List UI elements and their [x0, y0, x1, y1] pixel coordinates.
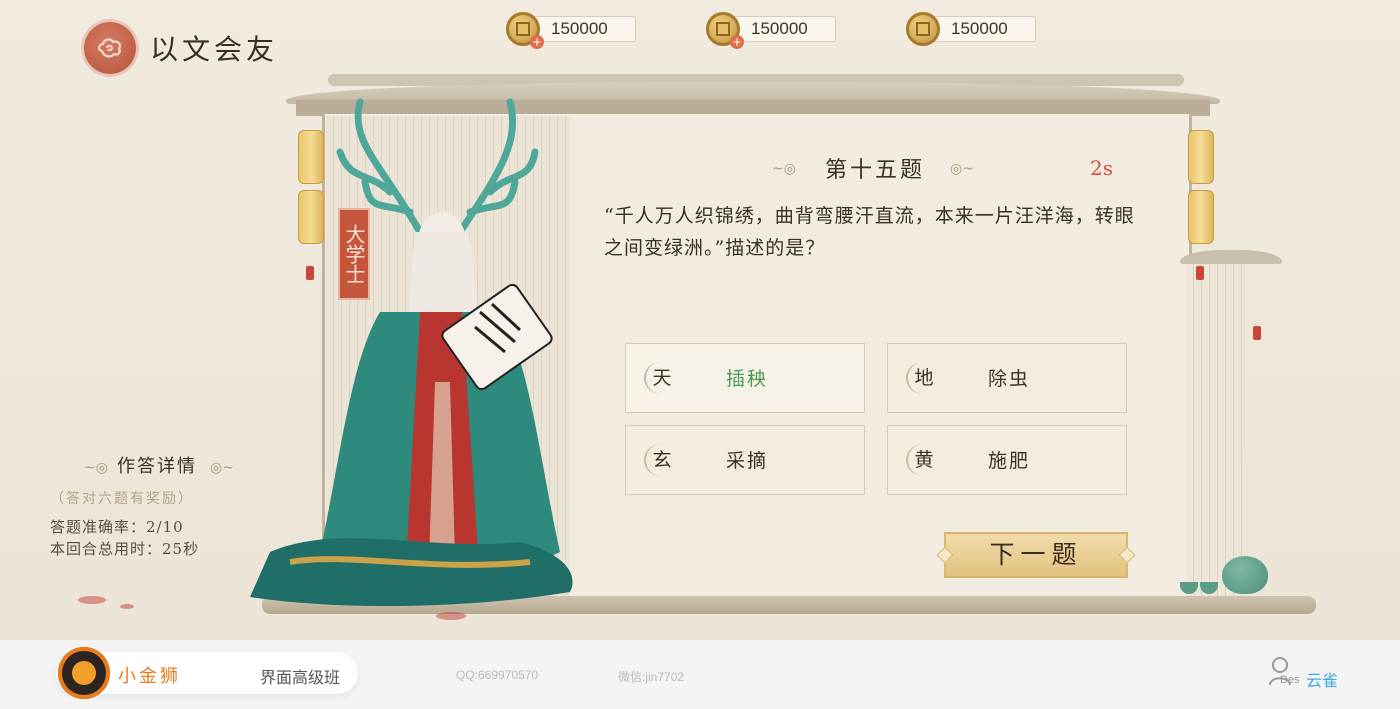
option-text: 施肥 [988, 450, 1031, 472]
option-text: 除虫 [988, 368, 1031, 390]
currency-3: 150000 [906, 12, 1036, 46]
ink-splash [120, 604, 134, 609]
option-huang[interactable]: 黄 施肥 [887, 425, 1127, 495]
next-question-button[interactable]: 下一题 [944, 532, 1128, 578]
currency-amount: 150000 [930, 16, 1036, 42]
accuracy-stat: 答题准确率：2/10 [50, 518, 184, 536]
wechat-contact: 微信:jin7702 [618, 670, 685, 684]
brand-name: 小金狮 [118, 666, 181, 687]
option-mark: 玄 [644, 444, 678, 476]
app-title: 以文会友 [150, 33, 279, 66]
footer-bar [0, 640, 1400, 709]
user-tag: Des [1280, 674, 1300, 686]
option-text: 插秧 [726, 368, 769, 390]
option-mark: 天 [644, 362, 678, 394]
option-xuan[interactable]: 玄 采摘 [625, 425, 865, 495]
plus-icon[interactable]: + [730, 35, 744, 49]
reward-note: （答对六题有奖励） [50, 491, 194, 507]
qq-contact: QQ:669970570 [456, 668, 539, 682]
user-name: 云雀 [1306, 671, 1339, 690]
lantern-icon [1188, 130, 1214, 184]
currency-1[interactable]: + 150000 [506, 12, 636, 49]
ink-splash [436, 612, 466, 620]
currency-2[interactable]: + 150000 [706, 12, 836, 49]
ornament-right-icon: ◎~ [950, 161, 974, 177]
cloud-logo-icon [84, 22, 136, 74]
coin-icon: + [706, 12, 744, 49]
currency-amount: 150000 [730, 16, 836, 42]
lion-avatar-icon [58, 647, 110, 699]
course-name: 界面高级班 [260, 668, 341, 687]
countdown-timer: 2s [1090, 156, 1113, 180]
lantern-icon [1188, 190, 1214, 244]
coin-icon: + [506, 12, 544, 49]
side-pavilion-roof [1180, 250, 1282, 264]
teapot-icon [1222, 556, 1268, 594]
scholar-character-illustration [250, 98, 573, 607]
side-pavilion [1186, 262, 1246, 602]
tassel-icon [1196, 266, 1204, 280]
game-stage: 以文会友 + 150000 + 150000 150000 大学士 ~◎ 第十五… [0, 0, 1400, 640]
plus-icon[interactable]: + [530, 35, 544, 49]
option-text: 采摘 [726, 450, 769, 472]
option-mark: 地 [906, 362, 940, 394]
tassel-icon [1253, 326, 1261, 340]
ornament-right-icon: ◎~ [210, 460, 234, 476]
question-text: “千人万人织锦绣，曲背弯腰汗直流，本来一片汪洋海，转眼之间变绿洲。”描述的是？ [604, 205, 1135, 259]
total-time-stat: 本回合总用时：25秒 [50, 540, 200, 558]
currency-amount: 150000 [530, 16, 636, 42]
app-logo: 以文会友 [84, 22, 278, 74]
option-mark: 黄 [906, 444, 940, 476]
option-di[interactable]: 地 除虫 [887, 343, 1127, 413]
coin-icon [906, 12, 940, 46]
character-title-plaque: 大学士 [338, 208, 370, 300]
option-tian[interactable]: 天 插秧 [625, 343, 865, 413]
ink-splash [78, 596, 106, 604]
